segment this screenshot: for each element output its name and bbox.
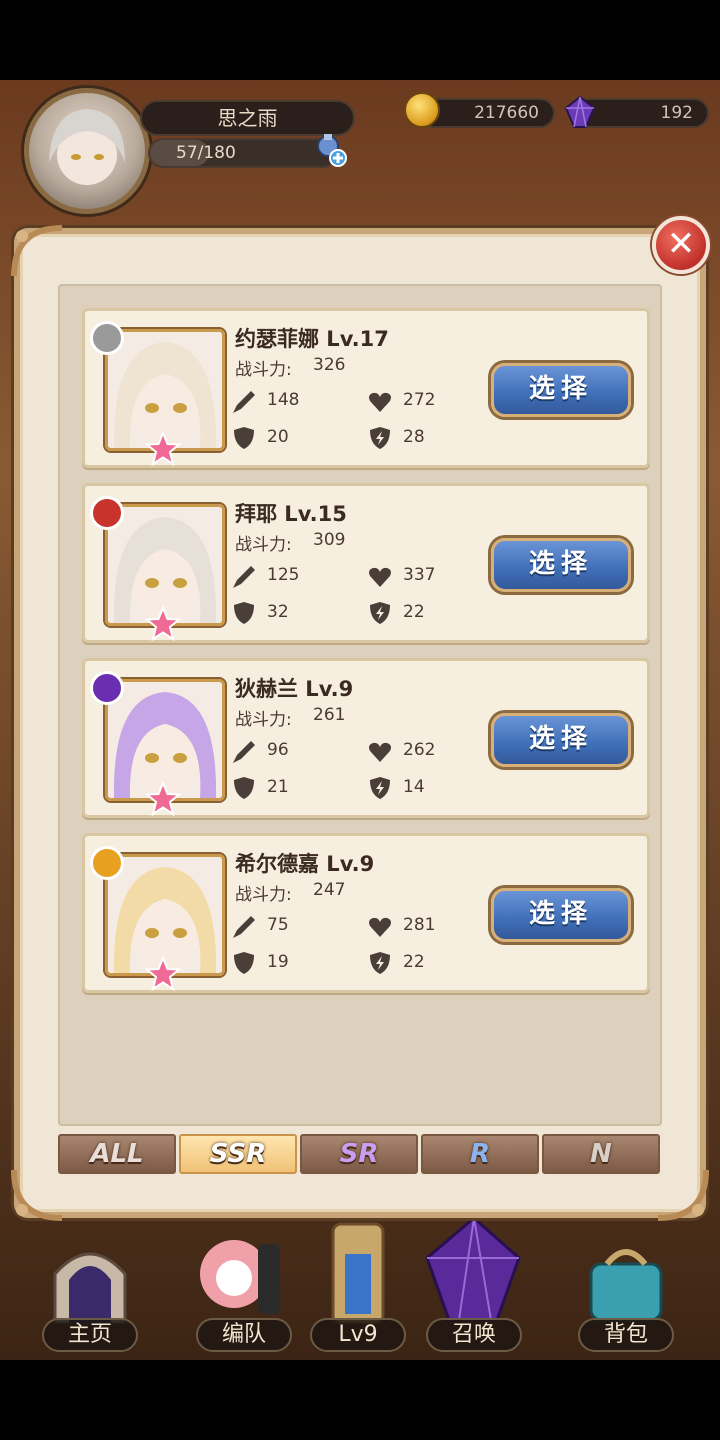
defense-value: 19 — [267, 952, 289, 972]
hero-name: 狄赫兰 Lv.9 — [235, 677, 354, 701]
heart-icon — [369, 742, 391, 762]
star-icon — [145, 956, 181, 992]
hero-card[interactable]: 拜耶 Lv.15 战斗力: 309 125 337 32 22 选择 — [82, 483, 650, 643]
hp-value: 272 — [403, 390, 436, 410]
close-button[interactable]: ✕ — [652, 216, 710, 274]
element-icon — [90, 321, 124, 355]
element-icon — [90, 496, 124, 530]
nav-bag[interactable]: 背包 — [566, 1220, 686, 1360]
select-button[interactable]: 选择 — [491, 538, 631, 592]
hero-name: 希尔德嘉 Lv.9 — [235, 852, 375, 876]
shield-icon — [234, 952, 254, 974]
speed-value: 14 — [403, 777, 425, 797]
power-value: 309 — [313, 530, 346, 550]
power-value: 247 — [313, 880, 346, 900]
shield-icon — [234, 602, 254, 624]
speed-value: 22 — [403, 602, 425, 622]
heart-icon — [369, 917, 391, 937]
game-screen: 思之雨 57/180 217660 192 主页 编队 Lv9 召唤 背包 约瑟… — [0, 80, 720, 1360]
power-label: 战斗力: — [235, 710, 292, 730]
nav-home-label: 主页 — [42, 1318, 138, 1352]
speed-value: 28 — [403, 427, 425, 447]
nav-summon[interactable]: 召唤 — [414, 1216, 534, 1360]
stamina-bar: 57/180 — [148, 138, 338, 168]
hp-value: 337 — [403, 565, 436, 585]
bag-icon — [589, 1249, 663, 1322]
hero-select-modal: 约瑟菲娜 Lv.17 战斗力: 326 148 272 20 28 选择 拜耶 … — [11, 225, 709, 1221]
speed-shield-icon — [370, 777, 390, 799]
defense-value: 32 — [267, 602, 289, 622]
tab-r[interactable]: R — [421, 1134, 539, 1174]
defense-value: 20 — [267, 427, 289, 447]
hero-card[interactable]: 狄赫兰 Lv.9 战斗力: 261 96 262 21 14 选择 — [82, 658, 650, 818]
heart-icon — [369, 567, 391, 587]
player-avatar[interactable] — [24, 88, 150, 214]
nav-level-label: Lv9 — [310, 1318, 406, 1352]
sword-icon — [233, 391, 255, 413]
star-icon — [145, 431, 181, 467]
gold-coin-add-icon[interactable] — [404, 92, 440, 128]
power-label: 战斗力: — [235, 535, 292, 555]
shield-icon — [234, 777, 254, 799]
heart-icon — [369, 392, 391, 412]
hp-value: 262 — [403, 740, 436, 760]
star-icon — [145, 606, 181, 642]
sword-icon — [233, 741, 255, 763]
player-name: 思之雨 — [140, 100, 355, 136]
attack-value: 125 — [267, 565, 300, 585]
stamina-potion-add-icon[interactable] — [312, 132, 348, 168]
hero-name: 拜耶 Lv.15 — [235, 502, 347, 526]
ornament-corner-icon — [11, 225, 63, 277]
speed-value: 22 — [403, 952, 425, 972]
power-value: 261 — [313, 705, 346, 725]
tab-all[interactable]: ALL — [58, 1134, 176, 1174]
nav-team[interactable]: 编队 — [184, 1220, 304, 1360]
close-icon: ✕ — [666, 224, 696, 264]
attack-value: 75 — [267, 915, 289, 935]
hero-name: 约瑟菲娜 Lv.17 — [235, 327, 389, 351]
star-icon — [145, 781, 181, 817]
defense-value: 21 — [267, 777, 289, 797]
speed-shield-icon — [370, 427, 390, 449]
bottom-nav: 主页 编队 Lv9 召唤 背包 — [0, 1216, 720, 1360]
element-icon — [90, 846, 124, 880]
gold-counter: 217660 — [420, 98, 555, 128]
gate-icon — [53, 1252, 127, 1324]
tower-icon — [331, 1222, 385, 1324]
nav-level[interactable]: Lv9 — [298, 1220, 418, 1360]
sword-icon — [233, 566, 255, 588]
team-icon — [200, 1240, 280, 1314]
sword-icon — [233, 916, 255, 938]
power-value: 326 — [313, 355, 346, 375]
select-button[interactable]: 选择 — [491, 363, 631, 417]
nav-team-label: 编队 — [196, 1318, 292, 1352]
power-label: 战斗力: — [235, 360, 292, 380]
speed-shield-icon — [370, 602, 390, 624]
attack-value: 148 — [267, 390, 300, 410]
gem-icon[interactable] — [562, 94, 598, 130]
rarity-tabs: ALL SSR SR R N — [58, 1134, 662, 1176]
attack-value: 96 — [267, 740, 289, 760]
stamina-text: 57/180 — [176, 143, 236, 163]
crystal-icon — [425, 1216, 521, 1322]
power-label: 战斗力: — [235, 885, 292, 905]
tab-n[interactable]: N — [542, 1134, 660, 1174]
hero-list-panel: 约瑟菲娜 Lv.17 战斗力: 326 148 272 20 28 选择 拜耶 … — [58, 284, 662, 1126]
element-icon — [90, 671, 124, 705]
nav-summon-label: 召唤 — [426, 1318, 522, 1352]
tab-ssr[interactable]: SSR — [179, 1134, 297, 1174]
tab-sr[interactable]: SR — [300, 1134, 418, 1174]
hero-card[interactable]: 希尔德嘉 Lv.9 战斗力: 247 75 281 19 22 选择 — [82, 833, 650, 993]
select-button[interactable]: 选择 — [491, 888, 631, 942]
nav-home[interactable]: 主页 — [30, 1220, 150, 1360]
speed-shield-icon — [370, 952, 390, 974]
hero-card[interactable]: 约瑟菲娜 Lv.17 战斗力: 326 148 272 20 28 选择 — [82, 308, 650, 468]
select-button[interactable]: 选择 — [491, 713, 631, 767]
hp-value: 281 — [403, 915, 436, 935]
hero-list: 约瑟菲娜 Lv.17 战斗力: 326 148 272 20 28 选择 拜耶 … — [82, 308, 650, 1008]
shield-icon — [234, 427, 254, 449]
nav-bag-label: 背包 — [578, 1318, 674, 1352]
